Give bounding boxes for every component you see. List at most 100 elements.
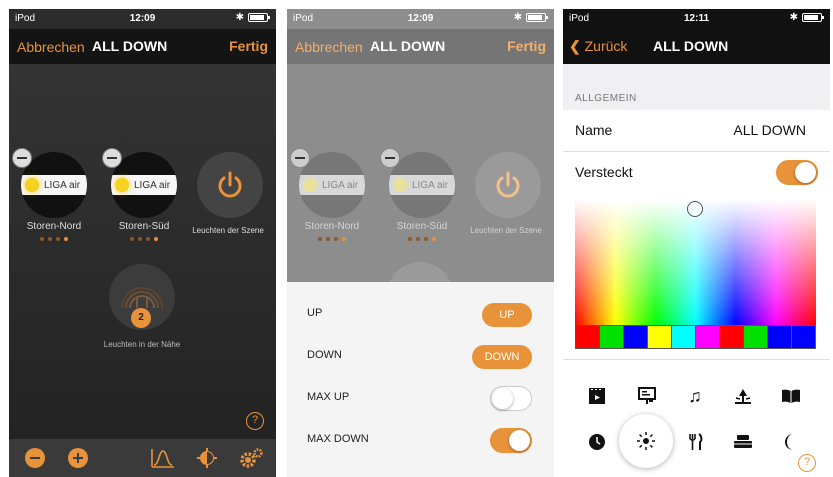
device-name: Storen-Süd — [118, 221, 170, 232]
up-button[interactable]: UP — [482, 303, 532, 327]
hidden-row: Versteckt — [563, 151, 830, 192]
nearby-label: Leuchten in der Nähe — [103, 340, 181, 349]
row-label: UP — [307, 307, 323, 319]
status-right: ✱ — [514, 12, 548, 23]
sun-icon — [393, 178, 407, 192]
device-label: LIGA air — [44, 179, 81, 191]
power-circle[interactable] — [475, 152, 541, 218]
device-tile-storen-sued[interactable]: LIGA air Storen-Süd — [380, 148, 457, 241]
plus-button[interactable] — [68, 448, 88, 468]
color-swatch[interactable] — [792, 326, 815, 348]
book-icon[interactable] — [779, 384, 803, 408]
cancel-button[interactable]: Abbrechen — [17, 39, 85, 55]
page-dots — [387, 237, 457, 241]
help-icon[interactable]: ? — [798, 454, 816, 472]
row-down: DOWN DOWN — [287, 336, 554, 376]
device-tile-storen-nord[interactable]: LIGA air Storen-Nord — [12, 148, 89, 241]
device-name: Storen-Nord — [26, 221, 82, 232]
minus-button[interactable] — [25, 448, 45, 468]
scene-lights-label: Leuchten der Szene — [470, 226, 542, 235]
color-swatch[interactable] — [624, 326, 648, 348]
device-plate: LIGA air — [299, 175, 365, 195]
page-dots — [297, 237, 367, 241]
device-label: LIGA air — [134, 179, 171, 191]
remove-device-button[interactable] — [12, 148, 32, 168]
remove-device-button[interactable] — [380, 148, 400, 168]
color-swatch[interactable] — [768, 326, 792, 348]
done-button[interactable]: Fertig — [229, 38, 268, 54]
row-label: MAX UP — [307, 391, 350, 403]
color-swatch[interactable] — [720, 326, 744, 348]
hidden-toggle[interactable] — [776, 160, 818, 185]
page-dots — [109, 237, 179, 241]
cancel-button[interactable]: Abbrechen — [295, 39, 363, 55]
scene-content: LIGA air Storen-Nord LIGA air Storen-Süd — [287, 64, 554, 328]
done-button[interactable]: Fertig — [507, 38, 546, 54]
device-tile-storen-nord[interactable]: LIGA air Storen-Nord — [290, 148, 367, 241]
dimmed-background: iPod 12:09 ✱ Abbrechen ALL DOWN Fertig L… — [287, 9, 554, 328]
scene-lights-label: Leuchten der Szene — [192, 226, 264, 235]
bed-icon[interactable] — [731, 430, 755, 454]
color-swatch[interactable] — [696, 326, 720, 348]
gear-icon[interactable] — [239, 448, 263, 468]
dining-icon[interactable] — [683, 430, 707, 454]
battery-icon — [526, 13, 548, 22]
remove-device-button[interactable] — [102, 148, 122, 168]
clock-icon[interactable] — [585, 430, 609, 454]
battery-icon — [248, 13, 270, 22]
page-dots — [19, 237, 89, 241]
scene-lights-tile[interactable]: Leuchten der Szene — [470, 152, 543, 235]
sun-icon — [115, 178, 129, 192]
row-label: DOWN — [307, 349, 342, 361]
name-value[interactable]: ALL DOWN — [733, 122, 806, 138]
color-picker[interactable] — [575, 199, 816, 325]
row-up: UP UP — [287, 294, 554, 334]
movie-icon[interactable] — [585, 384, 609, 408]
color-swatch[interactable] — [576, 326, 600, 348]
chart-icon[interactable] — [151, 448, 175, 468]
nav-bar: Abbrechen ALL DOWN Fertig — [287, 29, 554, 64]
color-picker-handle[interactable] — [687, 201, 703, 217]
max-down-toggle[interactable] — [490, 428, 532, 453]
nearby-lights[interactable]: 2 Leuchten in der Nähe — [104, 264, 180, 349]
back-button[interactable]: ❮ Zurück — [569, 38, 627, 55]
scene-editor-screen: iPod 12:09 ✱ Abbrechen ALL DOWN Fertig L… — [9, 9, 276, 477]
color-swatch[interactable] — [744, 326, 768, 348]
color-swatch[interactable] — [648, 326, 672, 348]
action-sheet: UP UP DOWN DOWN MAX UP MAX DOWN — [287, 282, 554, 477]
sun-icon — [637, 432, 655, 450]
row-label: MAX DOWN — [307, 433, 369, 445]
hidden-label: Versteckt — [575, 164, 633, 180]
device-tile-storen-sued[interactable]: LIGA air Storen-Süd — [102, 148, 179, 241]
device-label: LIGA air — [322, 179, 359, 191]
down-button[interactable]: DOWN — [472, 345, 532, 369]
scene-lights-tile[interactable]: Leuchten der Szene — [192, 152, 265, 235]
scene-action-sheet-screen: iPod 12:09 ✱ Abbrechen ALL DOWN Fertig L… — [287, 9, 554, 477]
device-name: Storen-Nord — [304, 221, 360, 232]
name-row[interactable]: Name ALL DOWN — [563, 110, 830, 151]
max-up-toggle[interactable] — [490, 386, 532, 411]
nearby-count-badge: 2 — [131, 308, 151, 328]
color-swatch[interactable] — [600, 326, 624, 348]
remove-device-button[interactable] — [290, 148, 310, 168]
music-icon[interactable]: ♫ — [683, 384, 707, 408]
bottom-toolbar — [9, 439, 276, 477]
device-name: Storen-Süd — [396, 221, 448, 232]
color-swatch[interactable] — [672, 326, 696, 348]
status-bar: iPod 12:11 ✱ — [563, 9, 830, 29]
device-plate: LIGA air — [111, 175, 177, 195]
help-icon[interactable]: ? — [246, 412, 264, 430]
moon-icon[interactable] — [779, 430, 803, 454]
device-plate: LIGA air — [21, 175, 87, 195]
power-circle[interactable] — [197, 152, 263, 218]
presentation-icon[interactable] — [635, 384, 659, 408]
selected-sun-icon[interactable] — [619, 414, 673, 468]
status-bar: iPod 12:09 ✱ — [287, 9, 554, 29]
back-label: Zurück — [584, 38, 628, 54]
page-title: ALL DOWN — [370, 38, 446, 54]
light-icon[interactable] — [197, 448, 217, 468]
device-plate: LIGA air — [389, 175, 455, 195]
name-label: Name — [575, 122, 613, 138]
lamp-icon[interactable] — [731, 384, 755, 408]
nav-bar: ❮ Zurück ALL DOWN — [563, 29, 830, 64]
